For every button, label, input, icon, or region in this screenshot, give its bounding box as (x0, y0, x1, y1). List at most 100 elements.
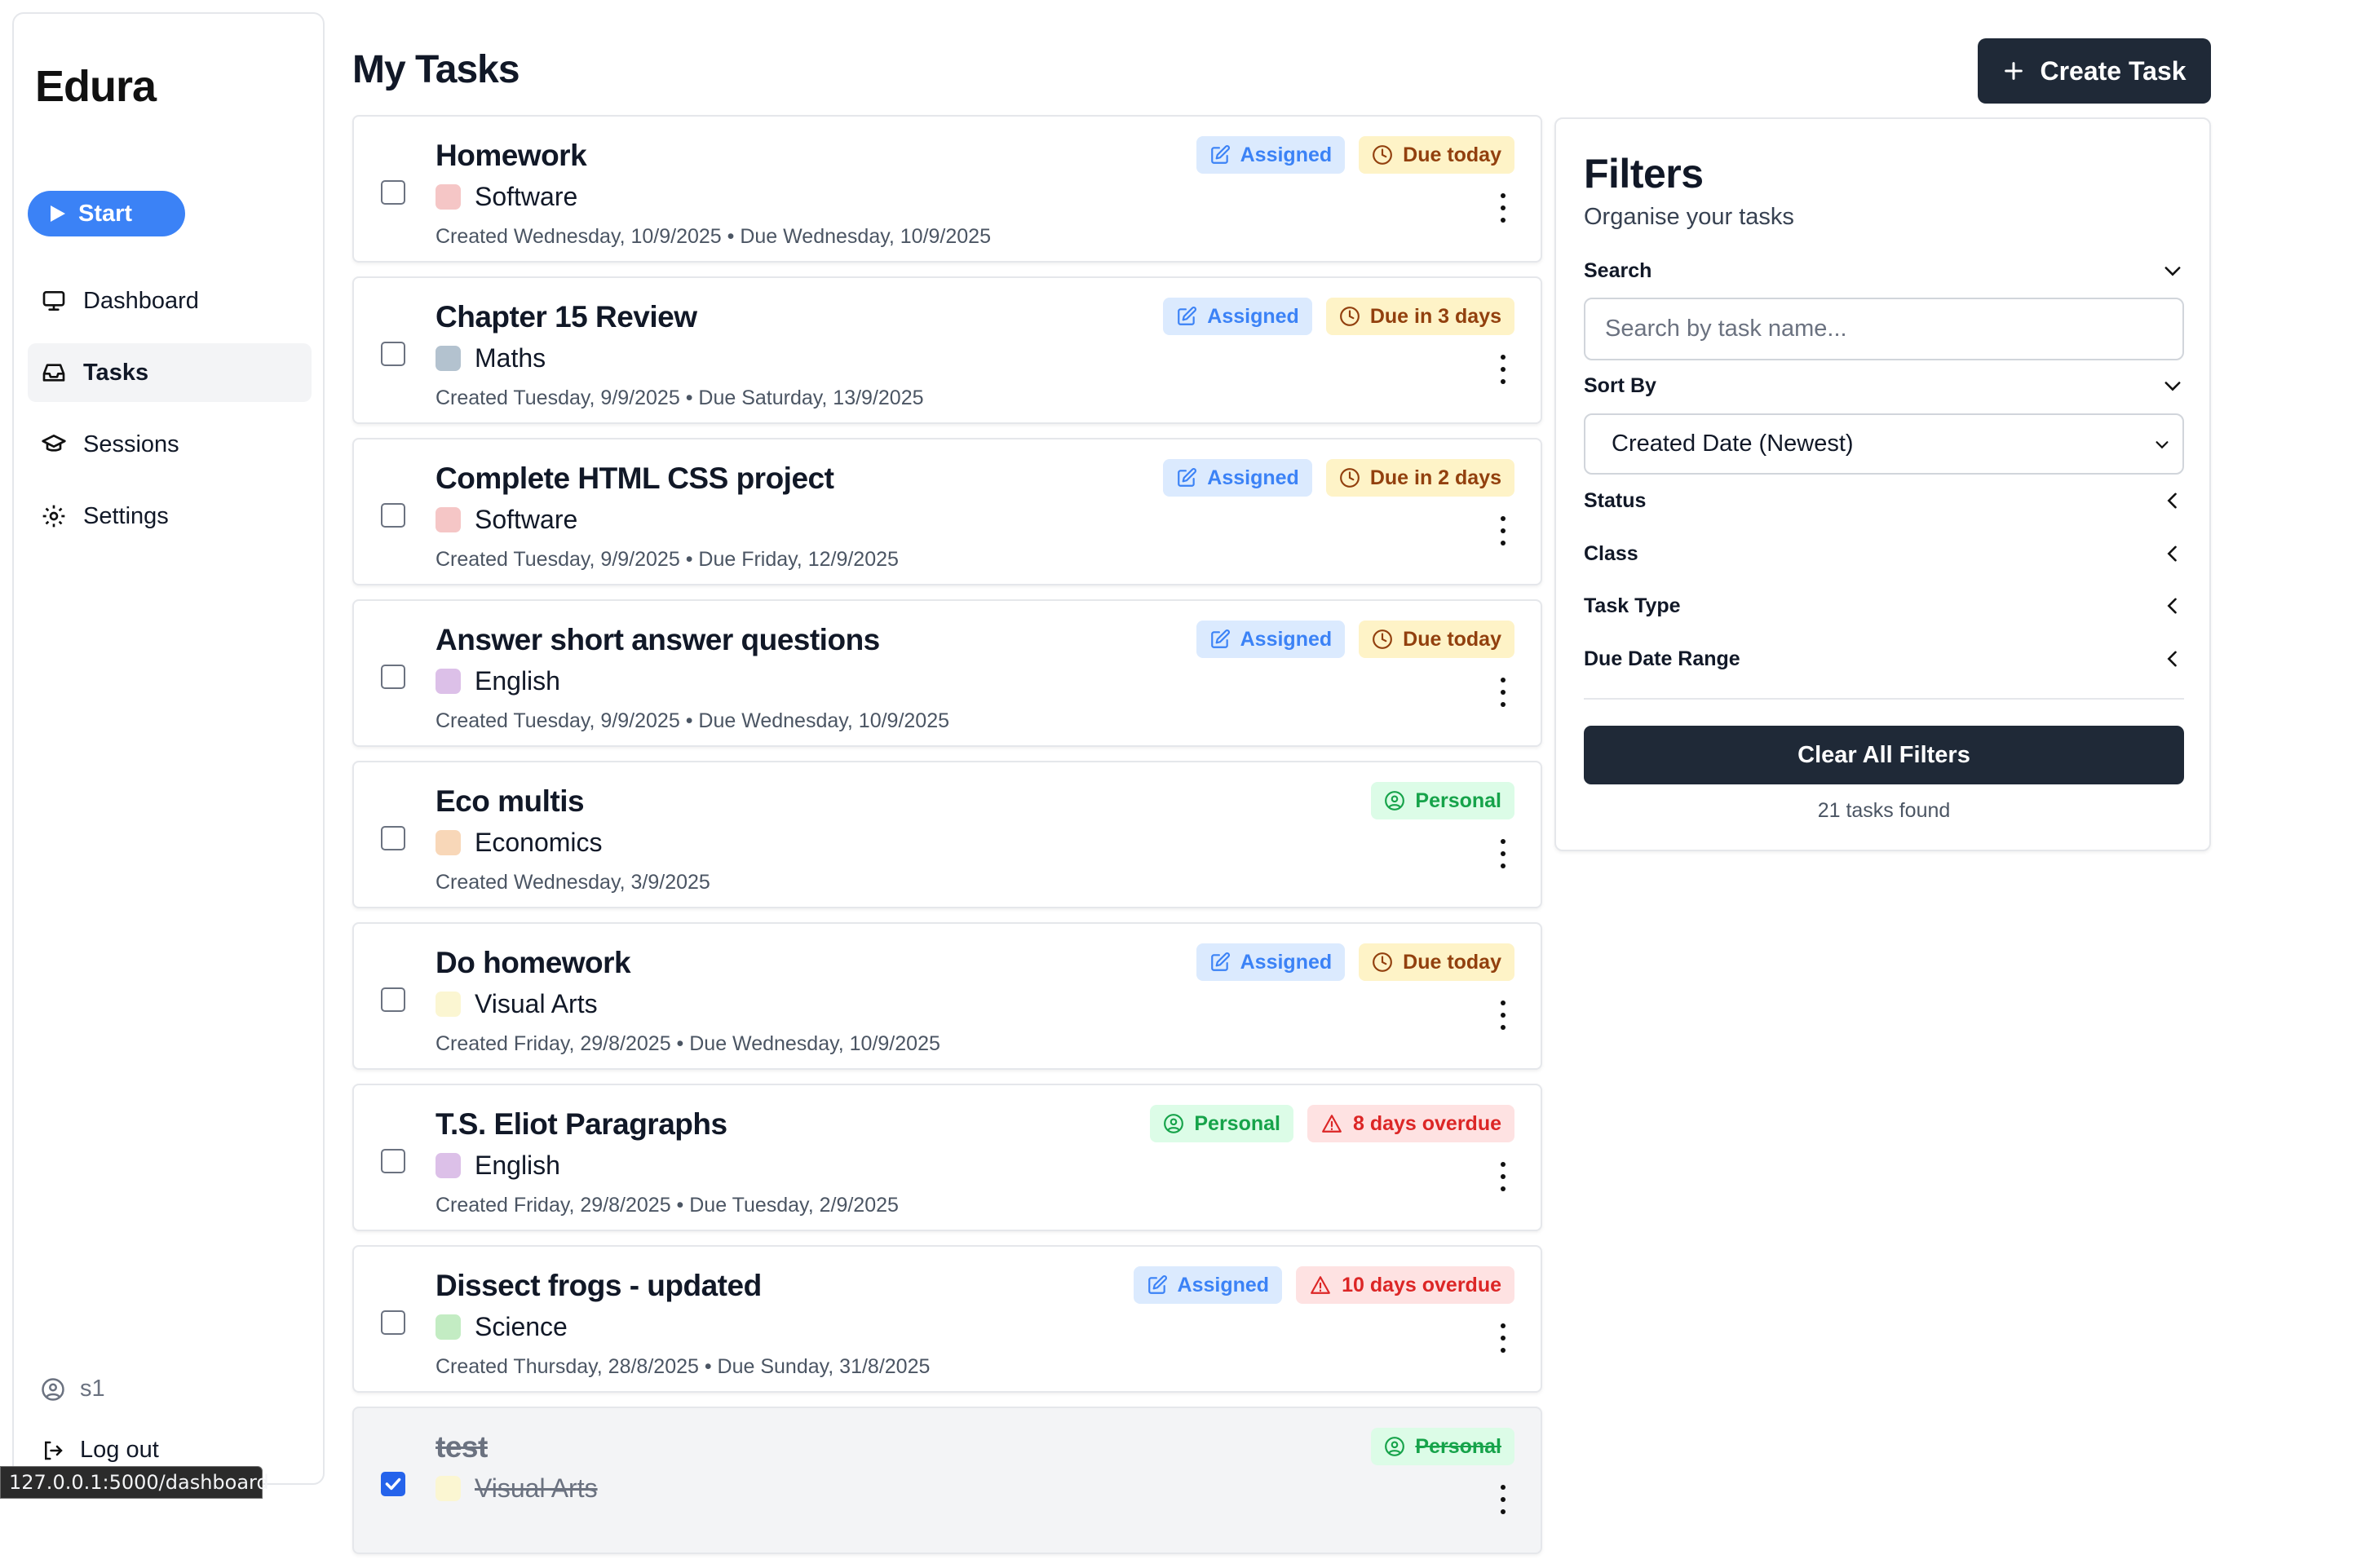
class-color-dot (436, 184, 461, 210)
sidebar-item-dashboard[interactable]: Dashboard (28, 272, 312, 330)
due-range-label: Due Date Range (1584, 647, 1740, 670)
more-options-icon[interactable] (1498, 678, 1508, 707)
task-checkbox[interactable] (381, 665, 405, 689)
task-card[interactable]: test Visual Arts Personal (352, 1407, 1542, 1554)
badge-label: Assigned (1207, 466, 1299, 489)
logout-icon (45, 1441, 63, 1460)
badge-assigned: Assigned (1196, 621, 1346, 658)
warning-icon (1311, 1276, 1330, 1294)
task-badges: Assigned Due today (1196, 621, 1514, 658)
create-task-button[interactable]: Create Task (1978, 38, 2211, 104)
edit-icon (1147, 1275, 1167, 1294)
badge-overdue: 8 days overdue (1307, 1105, 1514, 1142)
user-circle-icon (42, 1377, 64, 1401)
task-class-label: Visual Arts (475, 1473, 598, 1503)
task-checkbox[interactable] (381, 503, 405, 528)
task-class: Visual Arts (436, 989, 598, 1019)
start-button[interactable]: Start (28, 191, 185, 236)
more-options-icon[interactable] (1498, 1000, 1508, 1030)
sidebar-item-label: Tasks (83, 359, 149, 386)
badge-label: Due today (1403, 143, 1501, 166)
status-section-toggle[interactable]: Status (1584, 484, 2184, 517)
task-badges: Personal 8 days overdue (1150, 1105, 1514, 1142)
more-options-icon[interactable] (1498, 516, 1508, 545)
task-checkbox[interactable] (381, 826, 405, 850)
sidebar-nav: Dashboard Tasks Sessions Settings (28, 272, 312, 559)
chevron-left-icon (2167, 598, 2177, 614)
sort-label: Sort By (1584, 373, 1656, 397)
task-title: Do homework (436, 946, 631, 979)
more-options-icon[interactable] (1498, 1323, 1508, 1353)
task-card[interactable]: Chapter 15 Review Maths Created Tuesday,… (352, 276, 1542, 424)
more-options-icon[interactable] (1498, 1485, 1508, 1514)
user-circle-icon (1385, 1437, 1405, 1456)
inbox-icon (42, 364, 65, 382)
task-class-label: Software (475, 505, 578, 534)
sidebar-item-sessions[interactable]: Sessions (28, 415, 312, 474)
task-type-section-toggle[interactable]: Task Type (1584, 590, 2184, 622)
task-checkbox[interactable] (381, 342, 405, 366)
chevron-down-icon (2164, 267, 2181, 276)
task-checkbox[interactable] (381, 180, 405, 205)
user-circle-icon (1164, 1114, 1184, 1133)
search-section-toggle[interactable]: Search (1584, 254, 2184, 287)
sidebar-item-settings[interactable]: Settings (28, 487, 312, 545)
filters-divider (1584, 698, 2184, 700)
class-color-dot (436, 346, 461, 371)
chevron-left-icon (2167, 545, 2177, 562)
due-range-section-toggle[interactable]: Due Date Range (1584, 643, 2184, 675)
badge-label: Due in 3 days (1369, 304, 1501, 328)
task-checkbox[interactable] (381, 987, 405, 1012)
logout-button[interactable]: Log out (41, 1437, 159, 1464)
task-card[interactable]: Answer short answer questions English Cr… (352, 599, 1542, 747)
badge-label: Assigned (1240, 950, 1333, 974)
user-profile[interactable]: s1 (41, 1376, 105, 1402)
task-list: Homework Software Created Wednesday, 10/… (352, 115, 1542, 1568)
badge-assigned: Assigned (1163, 298, 1312, 335)
task-meta: Created Friday, 29/8/2025 • Due Tuesday,… (436, 1194, 899, 1217)
badge-label: Due today (1403, 627, 1501, 651)
badge-label: Personal (1415, 788, 1501, 812)
task-meta: Created Thursday, 28/8/2025 • Due Sunday… (436, 1355, 931, 1378)
task-card[interactable]: Homework Software Created Wednesday, 10/… (352, 115, 1542, 263)
more-options-icon[interactable] (1498, 1162, 1508, 1191)
class-section-toggle[interactable]: Class (1584, 537, 2184, 570)
clock-icon (1339, 468, 1360, 488)
task-card[interactable]: Complete HTML CSS project Software Creat… (352, 438, 1542, 585)
logout-label: Log out (80, 1437, 159, 1463)
class-color-dot (436, 1476, 461, 1501)
task-class-label: Science (475, 1312, 568, 1341)
task-class: English (436, 1151, 560, 1181)
gear-icon (42, 505, 65, 528)
badge-due: Due today (1359, 943, 1514, 981)
task-card[interactable]: Dissect frogs - updated Science Created … (352, 1245, 1542, 1393)
task-checkbox[interactable] (381, 1310, 405, 1335)
badge-label: 10 days overdue (1342, 1273, 1501, 1296)
plus-icon (2005, 62, 2023, 80)
search-input[interactable] (1584, 298, 2184, 360)
task-type-label: Task Type (1584, 594, 1681, 617)
task-badges: Assigned Due in 2 days (1163, 459, 1514, 497)
task-checkbox[interactable] (381, 1472, 405, 1496)
task-title: Chapter 15 Review (436, 300, 697, 333)
clear-filters-button[interactable]: Clear All Filters (1584, 726, 2184, 784)
sidebar-item-label: Dashboard (83, 287, 199, 314)
more-options-icon[interactable] (1498, 355, 1508, 384)
sort-select[interactable]: Created Date (Newest) (1584, 413, 2184, 475)
task-badges: Assigned 10 days overdue (1133, 1266, 1514, 1304)
task-class: Economics (436, 828, 603, 858)
badge-label: Assigned (1177, 1273, 1270, 1296)
edit-icon (1178, 307, 1197, 325)
create-task-label: Create Task (2040, 55, 2187, 86)
task-card[interactable]: Do homework Visual Arts Created Friday, … (352, 922, 1542, 1070)
more-options-icon[interactable] (1498, 193, 1508, 223)
task-card[interactable]: Eco multis Economics Created Wednesday, … (352, 761, 1542, 908)
more-options-icon[interactable] (1498, 839, 1508, 868)
task-class-label: English (475, 666, 560, 696)
sidebar-item-tasks[interactable]: Tasks (28, 343, 312, 402)
task-title: T.S. Eliot Paragraphs (436, 1107, 727, 1141)
sort-section-toggle[interactable]: Sort By (1584, 369, 2184, 402)
task-checkbox[interactable] (381, 1149, 405, 1173)
task-card[interactable]: T.S. Eliot Paragraphs English Created Fr… (352, 1084, 1542, 1231)
user-circle-icon (1385, 791, 1405, 811)
